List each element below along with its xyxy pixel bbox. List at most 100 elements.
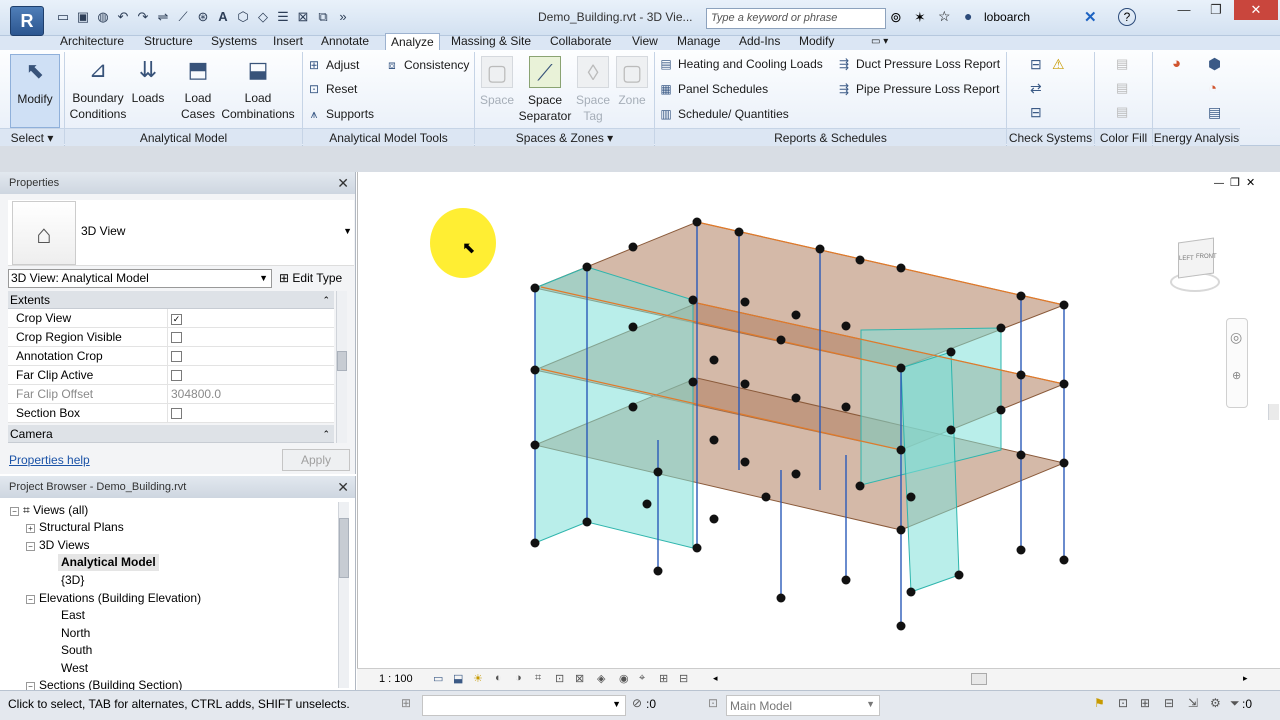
undo-icon[interactable]: ↶ xyxy=(114,8,132,26)
legend-icon[interactable]: ▤ xyxy=(1116,56,1128,72)
load-combinations-button[interactable]: ⬓ Load Combinations xyxy=(220,54,296,122)
workset-icon[interactable]: ⊞ xyxy=(401,696,411,710)
ribbon-minimize-icon[interactable]: ▭ ▾ xyxy=(871,33,888,50)
view-cube[interactable]: LEFT FRONT xyxy=(1166,236,1222,296)
group-extents[interactable]: Extents ⌃ xyxy=(8,291,334,309)
reveal-hidden-icon[interactable]: ◉ xyxy=(619,672,629,685)
close-icon[interactable]: ✕ xyxy=(337,476,349,498)
space-tag-button[interactable]: ◊ Space Tag xyxy=(574,54,612,124)
type-selector[interactable]: ⌂ 3D View ▼ xyxy=(8,200,354,266)
node[interactable] xyxy=(1059,555,1069,565)
minimize-icon[interactable]: — xyxy=(1168,0,1200,20)
tab-collaborate[interactable]: Collaborate xyxy=(550,33,611,50)
tree-sections[interactable]: − Sections (Building Section) xyxy=(26,677,182,690)
adjust-button[interactable]: ⊞ Adjust xyxy=(306,56,359,74)
property-row[interactable]: Annotation Crop xyxy=(8,347,334,366)
property-row[interactable]: Section Box xyxy=(8,404,334,423)
node[interactable] xyxy=(530,440,540,450)
check-pipe-icon[interactable]: ⇄ xyxy=(1030,80,1042,97)
node[interactable] xyxy=(530,538,540,548)
duct-pressure-loss-button[interactable]: ⇶ Duct Pressure Loss Report xyxy=(836,55,1000,73)
drawing-area[interactable]: — ❐ ✕ ⬉ LEFT FRONT ◎ ⊕ xyxy=(357,172,1280,668)
dimension-icon[interactable]: ⟋ xyxy=(174,8,192,26)
node[interactable] xyxy=(734,227,744,237)
thin-lines-icon[interactable]: ☰ xyxy=(274,8,292,26)
wall-left[interactable] xyxy=(534,266,588,544)
node[interactable] xyxy=(740,379,750,389)
application-menu-button[interactable]: R xyxy=(10,6,44,36)
property-row[interactable]: Far Clip Active xyxy=(8,366,334,385)
binoculars-icon[interactable]: ⊚ xyxy=(890,9,902,26)
text-icon[interactable]: A xyxy=(214,8,232,26)
collapse-icon[interactable]: − xyxy=(26,682,35,690)
tab-modify[interactable]: Modify xyxy=(799,33,834,50)
annotation-crop-checkbox[interactable] xyxy=(171,351,182,362)
node[interactable] xyxy=(896,363,906,373)
filter-icon[interactable]: ⏷ xyxy=(1230,696,1240,711)
shadows-icon[interactable]: ◐ xyxy=(495,672,502,684)
3d-view-icon[interactable]: ⬡ xyxy=(234,8,252,26)
viewport-scrollbar-thumb[interactable] xyxy=(1268,404,1279,420)
workset-dropdown[interactable]: ▼ xyxy=(422,695,626,716)
node[interactable] xyxy=(1059,379,1069,389)
node[interactable] xyxy=(709,435,719,445)
apply-button[interactable]: Apply xyxy=(282,449,350,471)
design-options-icon[interactable]: ⊡ xyxy=(708,696,718,710)
close-hidden-icon[interactable]: ⊠ xyxy=(294,8,312,26)
modify-button[interactable]: ⬉ Modify xyxy=(10,54,60,128)
legend-3-icon[interactable]: ▤ xyxy=(1116,104,1128,120)
background-process-icon[interactable]: ⚙ xyxy=(1210,696,1221,710)
node[interactable] xyxy=(1016,450,1026,460)
select-links-icon[interactable]: ⚑ xyxy=(1094,696,1105,710)
property-row[interactable]: Crop View ✓ xyxy=(8,309,334,328)
node[interactable] xyxy=(896,525,906,535)
node[interactable] xyxy=(582,517,592,527)
chevron-right-icon[interactable]: » xyxy=(334,8,352,26)
user-name[interactable]: loboarch xyxy=(984,10,1030,24)
check-circuit-icon[interactable]: ⊟ xyxy=(1030,104,1042,121)
node[interactable] xyxy=(841,321,851,331)
node[interactable] xyxy=(954,570,964,580)
steering-wheel-icon[interactable]: ◎ xyxy=(1230,329,1242,346)
node[interactable] xyxy=(692,217,702,227)
check-duct-icon[interactable]: ⊟ xyxy=(1030,56,1042,73)
node[interactable] xyxy=(906,492,916,502)
tab-add-ins[interactable]: Add-Ins xyxy=(739,33,780,50)
sync-icon[interactable]: ◍ xyxy=(94,8,112,26)
node[interactable] xyxy=(791,469,801,479)
schedule-quantities-button[interactable]: ▥ Schedule/ Quantities xyxy=(658,105,788,123)
node[interactable] xyxy=(841,575,851,585)
tag-icon[interactable]: ⊛ xyxy=(194,8,212,26)
node[interactable] xyxy=(776,593,786,603)
browser-scrollbar[interactable] xyxy=(338,502,349,688)
node[interactable] xyxy=(946,425,956,435)
tree-analytical-model[interactable]: Analytical Model xyxy=(58,554,159,571)
tab-insert[interactable]: Insert xyxy=(273,33,303,50)
node[interactable] xyxy=(628,242,638,252)
node[interactable] xyxy=(628,322,638,332)
energy-settings-icon[interactable]: ◔ xyxy=(1208,80,1217,97)
crop-show-icon[interactable]: ⊡ xyxy=(555,672,564,685)
node[interactable] xyxy=(791,310,801,320)
energy-pie-icon[interactable]: ◕ xyxy=(1172,55,1181,72)
node[interactable] xyxy=(896,621,906,631)
tree-3d[interactable]: {3D} xyxy=(61,572,84,589)
tree-west[interactable]: West xyxy=(61,660,88,677)
tab-systems[interactable]: Systems xyxy=(211,33,257,50)
highlight-icon[interactable]: ⊞ xyxy=(659,672,668,685)
tab-annotate[interactable]: Annotate xyxy=(321,33,369,50)
spaces-zones-panel-label[interactable]: Spaces & Zones ▾ xyxy=(475,128,654,146)
reset-button[interactable]: ⊡ Reset xyxy=(306,80,357,98)
energy-model-icon[interactable]: ⬢ xyxy=(1208,55,1221,73)
redo-icon[interactable]: ↷ xyxy=(134,8,152,26)
properties-help-link[interactable]: Properties help xyxy=(9,453,90,467)
node[interactable] xyxy=(855,481,865,491)
expand-icon[interactable]: + xyxy=(26,524,35,533)
properties-scrollbar[interactable] xyxy=(336,291,347,443)
sun-path-icon[interactable]: ☀ xyxy=(473,672,483,685)
node[interactable] xyxy=(709,355,719,365)
tab-analyze[interactable]: Analyze xyxy=(385,33,440,50)
legend-2-icon[interactable]: ▤ xyxy=(1116,80,1128,96)
view-cube-front-face[interactable]: FRONT xyxy=(1196,254,1217,260)
crop-view-checkbox[interactable]: ✓ xyxy=(171,314,182,325)
